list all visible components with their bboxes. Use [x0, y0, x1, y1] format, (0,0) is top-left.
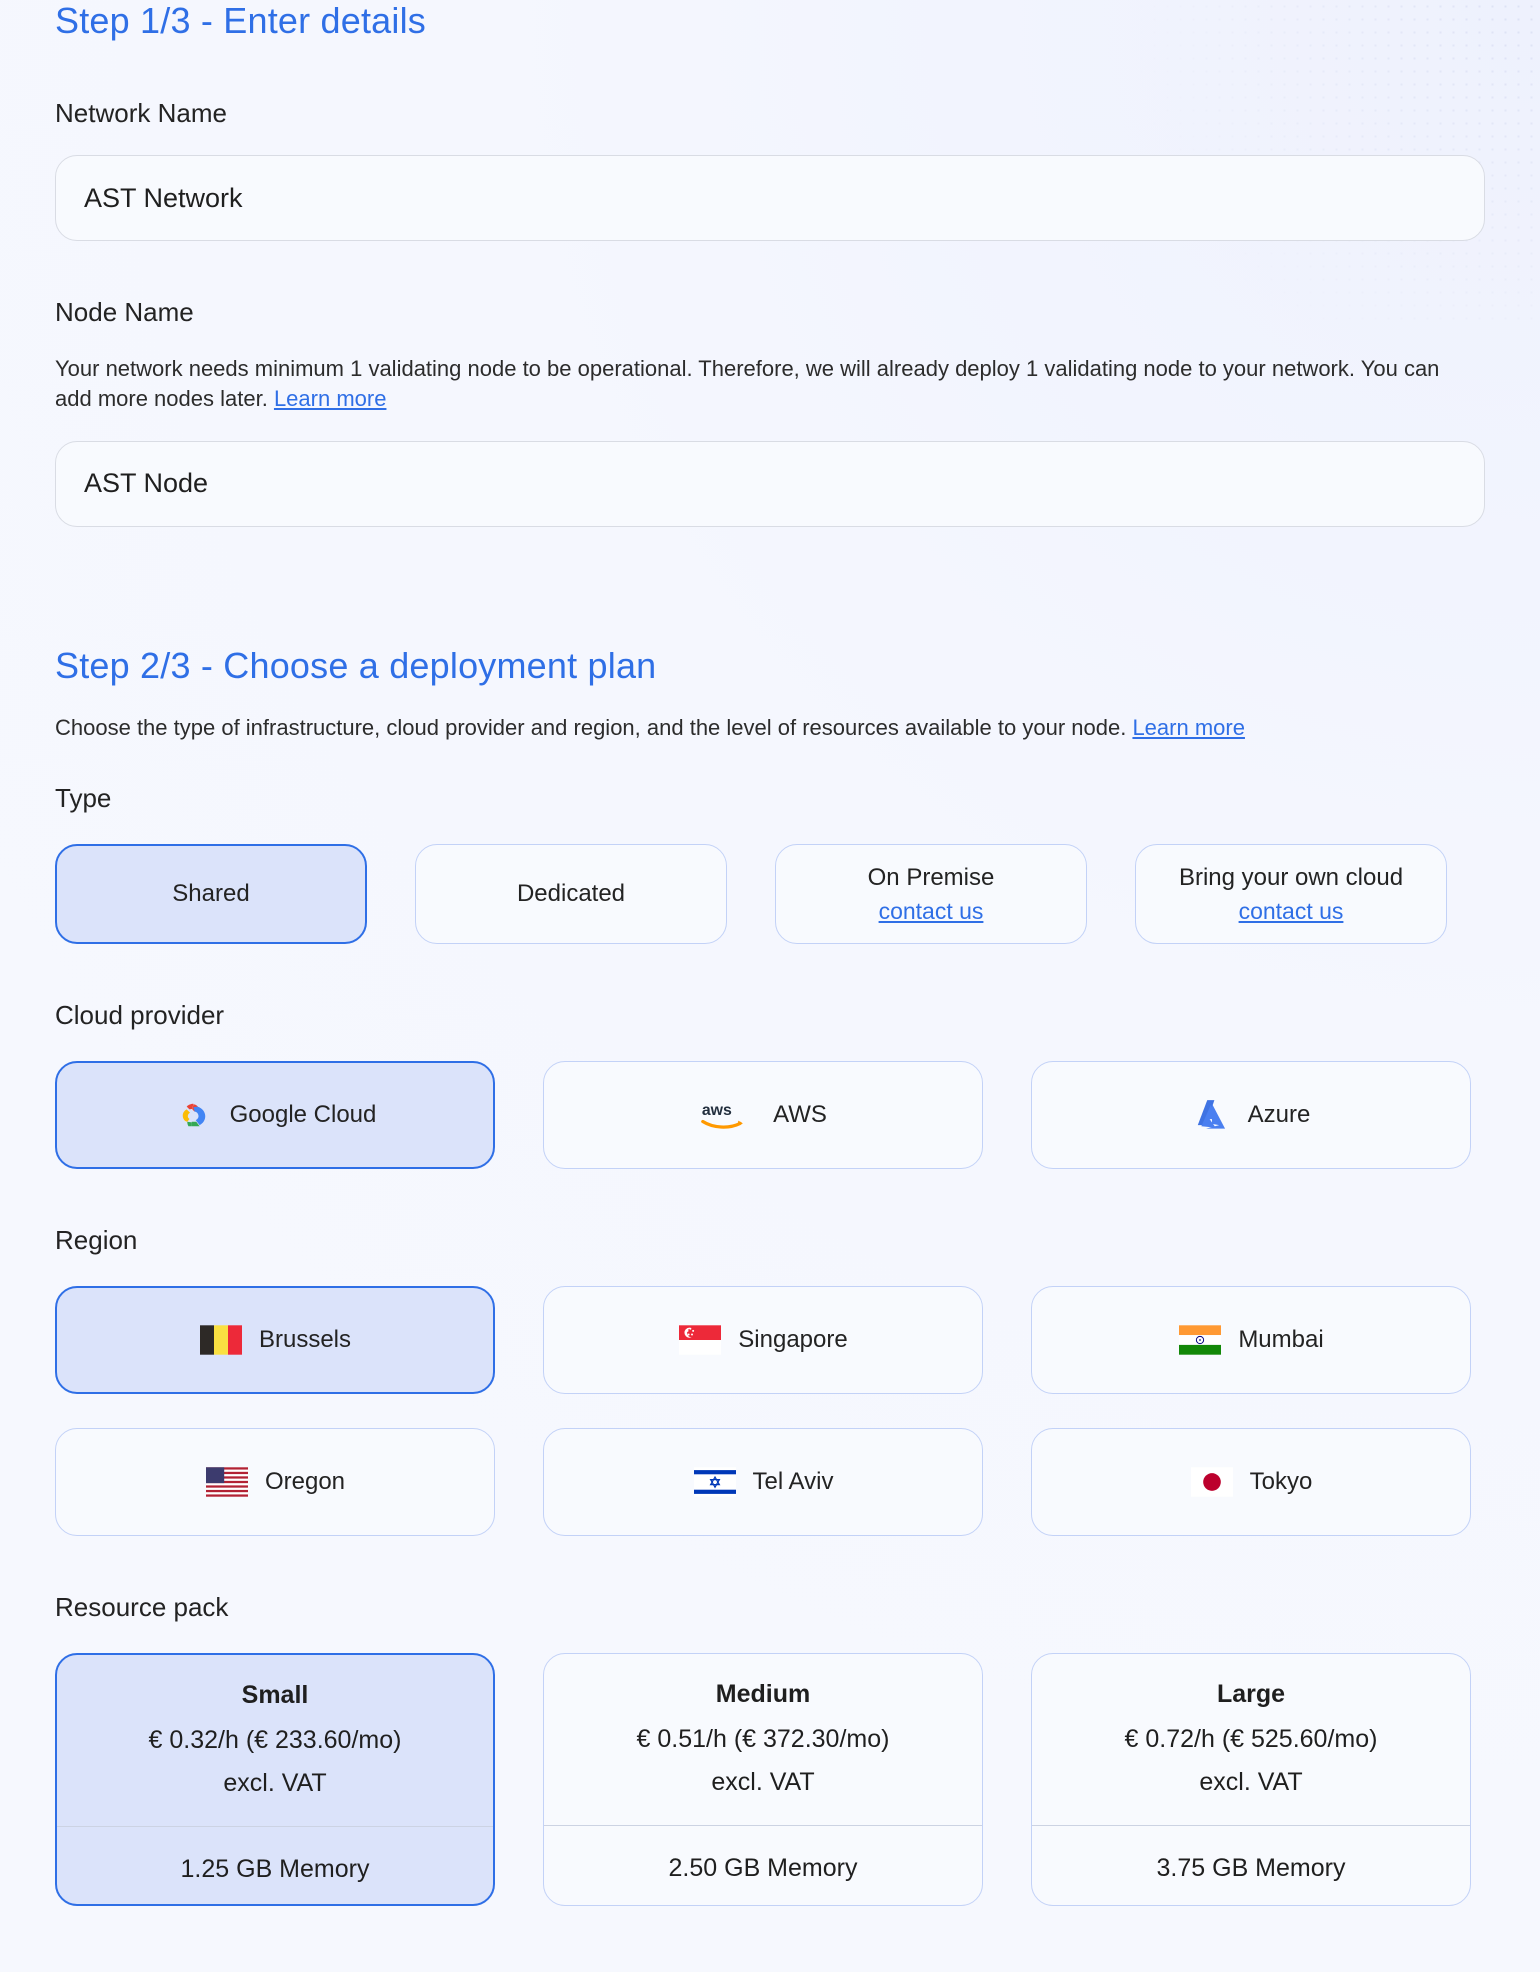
- type-option-on-premise-contact-link[interactable]: contact us: [879, 896, 984, 926]
- cloud-provider-option-aws-label: AWS: [773, 1101, 827, 1129]
- resource-pack-medium-name: Medium: [715, 1680, 811, 1709]
- resource-pack-small-header: Small € 0.32/h (€ 233.60/mo) excl. VAT: [57, 1655, 493, 1826]
- region-label: Region: [55, 1225, 138, 1256]
- resource-pack-medium-vat: excl. VAT: [711, 1768, 815, 1797]
- resource-pack-large-name: Large: [1216, 1680, 1286, 1709]
- cloud-provider-option-azure[interactable]: Azure: [1031, 1061, 1471, 1170]
- resource-pack-medium-price: € 0.51/h (€ 372.30/mo): [636, 1725, 890, 1754]
- region-option-group-row-2: Oregon Tel Aviv Tokyo: [55, 1428, 1482, 1537]
- node-name-learn-more-link[interactable]: Learn more: [274, 386, 387, 411]
- region-option-tel-aviv[interactable]: Tel Aviv: [543, 1428, 983, 1537]
- type-option-bring-your-own-cloud-contact-link[interactable]: contact us: [1239, 896, 1344, 926]
- resource-pack-small-price: € 0.32/h (€ 233.60/mo): [148, 1726, 402, 1755]
- resource-pack-label: Resource pack: [55, 1592, 229, 1623]
- deployment-wizard-page: Step 1/3 - Enter details Network Name AS…: [0, 0, 1540, 1972]
- flag-belgium-icon: [199, 1324, 243, 1356]
- network-name-input[interactable]: AST Network: [55, 155, 1485, 241]
- flag-israel-icon: [693, 1466, 737, 1498]
- cloud-provider-option-aws[interactable]: aws AWS: [543, 1061, 983, 1170]
- type-option-on-premise-label: On Premise: [867, 864, 995, 892]
- azure-logo-icon: [1192, 1095, 1232, 1135]
- type-option-bring-your-own-cloud-label: Bring your own cloud: [1178, 864, 1404, 892]
- type-option-shared[interactable]: Shared: [55, 844, 367, 945]
- resource-pack-medium-specs: 2.50 GB Memory: [544, 1826, 982, 1903]
- aws-logo-icon: aws: [699, 1097, 757, 1133]
- region-option-tel-aviv-label: Tel Aviv: [752, 1468, 834, 1496]
- resource-pack-large-price: € 0.72/h (€ 525.60/mo): [1124, 1725, 1378, 1754]
- resource-pack-option-group: Small € 0.32/h (€ 233.60/mo) excl. VAT 1…: [55, 1653, 1482, 1907]
- type-option-shared-label: Shared: [172, 880, 250, 908]
- cloud-provider-option-google-cloud[interactable]: Google Cloud: [55, 1061, 495, 1170]
- resource-pack-option-medium[interactable]: Medium € 0.51/h (€ 372.30/mo) excl. VAT …: [543, 1653, 983, 1907]
- wizard-content: Step 1/3 - Enter details Network Name AS…: [0, 0, 1540, 1907]
- cloud-provider-option-google-cloud-label: Google Cloud: [229, 1101, 377, 1129]
- region-option-mumbai[interactable]: Mumbai: [1031, 1286, 1471, 1395]
- region-option-singapore[interactable]: Singapore: [543, 1286, 983, 1395]
- step-1-title: Step 1/3 - Enter details: [55, 0, 427, 41]
- region-option-tokyo[interactable]: Tokyo: [1031, 1428, 1471, 1537]
- resource-pack-small-vat: excl. VAT: [223, 1769, 327, 1798]
- region-option-oregon[interactable]: Oregon: [55, 1428, 495, 1537]
- resource-pack-medium-header: Medium € 0.51/h (€ 372.30/mo) excl. VAT: [544, 1654, 982, 1825]
- type-option-on-premise[interactable]: On Premise contact us: [775, 844, 1087, 945]
- resource-pack-option-small[interactable]: Small € 0.32/h (€ 233.60/mo) excl. VAT 1…: [55, 1653, 495, 1907]
- google-cloud-logo-icon: [174, 1095, 214, 1135]
- region-option-tokyo-label: Tokyo: [1249, 1468, 1313, 1496]
- node-name-helper-sentence: Your network needs minimum 1 validating …: [55, 356, 1440, 412]
- step-2-learn-more-link[interactable]: Learn more: [1132, 715, 1245, 740]
- flag-singapore-icon: [678, 1324, 722, 1356]
- svg-text:aws: aws: [702, 1102, 732, 1119]
- region-option-group-row-1: Brussels Singapore Mumbai: [55, 1286, 1482, 1395]
- flag-japan-icon: [1190, 1466, 1234, 1498]
- network-name-label: Network Name: [55, 98, 227, 128]
- resource-pack-medium-memory: 2.50 GB Memory: [668, 1854, 858, 1883]
- step-2-description: Choose the type of infrastructure, cloud…: [55, 713, 1482, 743]
- resource-pack-small-memory: 1.25 GB Memory: [180, 1855, 370, 1884]
- type-option-dedicated[interactable]: Dedicated: [415, 844, 727, 945]
- type-option-dedicated-label: Dedicated: [516, 880, 626, 908]
- resource-pack-large-memory: 3.75 GB Memory: [1156, 1854, 1346, 1883]
- step-2-title: Step 2/3 - Choose a deployment plan: [55, 644, 657, 686]
- cloud-provider-option-azure-label: Azure: [1247, 1101, 1311, 1129]
- region-option-brussels-label: Brussels: [258, 1326, 352, 1354]
- node-name-helper-text: Your network needs minimum 1 validating …: [55, 354, 1482, 415]
- type-option-bring-your-own-cloud[interactable]: Bring your own cloud contact us: [1135, 844, 1447, 945]
- cloud-provider-option-group: Google Cloud aws AWS Azure: [55, 1061, 1482, 1170]
- resource-pack-large-header: Large € 0.72/h (€ 525.60/mo) excl. VAT: [1032, 1654, 1470, 1825]
- type-label: Type: [55, 783, 112, 814]
- resource-pack-small-specs: 1.25 GB Memory: [57, 1827, 493, 1904]
- cloud-provider-label: Cloud provider: [55, 1000, 225, 1031]
- node-name-input[interactable]: AST Node: [55, 440, 1485, 527]
- network-name-input-value: AST Network: [84, 182, 243, 213]
- region-option-oregon-label: Oregon: [264, 1468, 346, 1496]
- region-option-singapore-label: Singapore: [738, 1326, 848, 1354]
- resource-pack-option-large[interactable]: Large € 0.72/h (€ 525.60/mo) excl. VAT 3…: [1031, 1653, 1471, 1907]
- type-option-group: Shared Dedicated On Premise contact us B…: [55, 844, 1482, 945]
- resource-pack-large-specs: 3.75 GB Memory: [1032, 1826, 1470, 1903]
- flag-united-states-icon: [205, 1466, 249, 1498]
- region-option-brussels[interactable]: Brussels: [55, 1286, 495, 1395]
- node-name-input-value: AST Node: [84, 468, 209, 499]
- node-name-label: Node Name: [55, 297, 194, 327]
- resource-pack-small-name: Small: [241, 1681, 309, 1710]
- region-option-mumbai-label: Mumbai: [1238, 1326, 1324, 1354]
- flag-india-icon: [1178, 1324, 1222, 1356]
- step-2-description-sentence: Choose the type of infrastructure, cloud…: [55, 714, 1127, 740]
- resource-pack-large-vat: excl. VAT: [1199, 1768, 1303, 1797]
